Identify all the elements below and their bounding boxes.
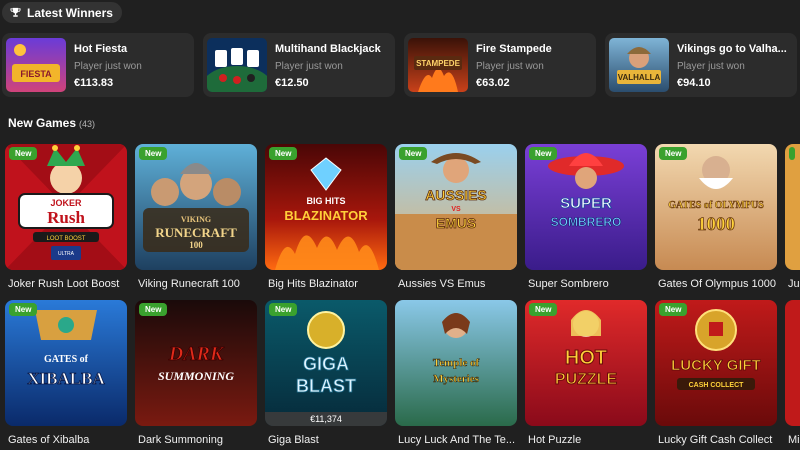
new-badge: New [529, 303, 558, 316]
game-tile-name: Super Sombrero [528, 278, 609, 290]
game-tile-name: Dark Summoning [138, 434, 223, 446]
new-badge: New [659, 147, 688, 160]
trophy-icon [10, 7, 21, 17]
svg-text:EMUS: EMUS [436, 215, 476, 231]
jackpot-amount: €11,374 [265, 412, 387, 426]
latest-winners-strip: FIESTA Hot Fiesta Player just won €113.8… [0, 33, 800, 97]
game-tile-hot-puzzle[interactable]: HOT PUZZLE New [525, 300, 647, 426]
new-badge [789, 147, 795, 160]
winner-amount: €113.83 [74, 77, 114, 89]
new-games-count: (43) [79, 119, 96, 129]
winner-game-name: Fire Stampede [476, 43, 552, 55]
game-tile-name: Giga Blast [268, 434, 319, 446]
game-tile-name: Mi [788, 434, 800, 446]
winner-amount: €94.10 [677, 77, 711, 89]
game-thumbnail: STAMPEDE [408, 38, 468, 92]
svg-text:Rush: Rush [47, 208, 85, 227]
game-tile-lucky-gift[interactable]: LUCKY GIFT CASH COLLECT New [655, 300, 777, 426]
winner-amount: €63.02 [476, 77, 510, 89]
svg-text:RUNECRAFT: RUNECRAFT [155, 225, 237, 240]
game-tile-gates-of-olympus-1000[interactable]: GATES of OLYMPUS 1000 New [655, 144, 777, 270]
game-tile-viking-runecraft[interactable]: VIKING RUNECRAFT 100 New [135, 144, 257, 270]
new-badge: New [529, 147, 558, 160]
game-tile-big-hits-blazinator[interactable]: BIG HITS BLAZINATOR New [265, 144, 387, 270]
svg-text:BLAST: BLAST [296, 376, 356, 396]
new-badge: New [269, 303, 298, 316]
latest-winners-pill[interactable]: Latest Winners [2, 2, 122, 23]
svg-text:LOOT BOOST: LOOT BOOST [47, 236, 86, 242]
new-badge: New [9, 147, 38, 160]
winner-game-name: Vikings go to Valha... [677, 43, 787, 55]
game-tile-super-sombrero[interactable]: SUPER SOMBRERO New [525, 144, 647, 270]
new-badge: New [139, 303, 168, 316]
winner-game-name: Multihand Blackjack [275, 43, 381, 55]
game-tile-joker-rush[interactable]: JOKER Rush LOOT BOOST ULTRA New [5, 144, 127, 270]
latest-winners-label: Latest Winners [27, 5, 113, 20]
svg-text:HOT: HOT [565, 347, 607, 369]
new-games-title: New Games [8, 116, 77, 130]
game-tile-dark-summoning[interactable]: DARK SUMMONING New [135, 300, 257, 426]
game-tile-name: Hot Puzzle [528, 434, 582, 446]
new-badge: New [269, 147, 298, 160]
game-tile-name: Ju [788, 278, 800, 290]
svg-text:AUSSIES: AUSSIES [425, 187, 486, 203]
game-tile-partial[interactable] [785, 144, 800, 270]
game-tile-name: Aussies VS Emus [398, 278, 486, 290]
game-tile-partial[interactable] [785, 300, 800, 426]
svg-text:VIKING: VIKING [181, 215, 211, 224]
svg-text:FIESTA: FIESTA [20, 69, 52, 79]
svg-text:GATES of OLYMPUS: GATES of OLYMPUS [668, 200, 764, 211]
svg-text:SOMBRERO: SOMBRERO [551, 215, 622, 229]
game-tile-name: Joker Rush Loot Boost [8, 278, 120, 290]
new-badge: New [399, 147, 428, 160]
new-badge: New [139, 147, 168, 160]
game-tile-name: Lucky Gift Cash Collect [658, 434, 773, 446]
winner-status: Player just won [476, 61, 544, 72]
game-tile-lucy-luck[interactable]: Temple of Mysteries [395, 300, 517, 426]
winner-status: Player just won [275, 61, 343, 72]
game-tile-name: Lucy Luck And The Te... [398, 434, 516, 446]
svg-text:CASH COLLECT: CASH COLLECT [689, 382, 745, 389]
svg-text:Mysteries: Mysteries [433, 373, 480, 385]
game-thumbnail: VALHALLA [609, 38, 669, 92]
game-tile-giga-blast[interactable]: GIGA BLAST New €11,374 [265, 300, 387, 426]
winner-status: Player just won [677, 61, 745, 72]
winner-card[interactable]: Multihand Blackjack Player just won €12.… [203, 33, 395, 97]
new-badge: New [9, 303, 38, 316]
game-tile-name: Gates Of Olympus 1000 [658, 278, 776, 290]
svg-text:PUZZLE: PUZZLE [555, 371, 618, 388]
winner-status: Player just won [74, 61, 142, 72]
svg-text:VS: VS [451, 206, 461, 213]
winner-game-name: Hot Fiesta [74, 43, 128, 55]
game-thumbnail [207, 38, 267, 92]
winner-card[interactable]: STAMPEDE Fire Stampede Player just won €… [404, 33, 596, 97]
game-tile-aussies-vs-emus[interactable]: AUSSIES VS EMUS New [395, 144, 517, 270]
svg-text:100: 100 [189, 240, 203, 250]
svg-text:Temple of: Temple of [433, 357, 480, 369]
svg-text:SUPER: SUPER [560, 195, 612, 212]
svg-text:ULTRA: ULTRA [58, 251, 75, 257]
svg-text:DARK: DARK [168, 343, 225, 365]
svg-text:GATES of: GATES of [44, 354, 89, 365]
svg-text:BIG HITS: BIG HITS [306, 196, 345, 206]
game-tile-name: Gates of Xibalba [8, 434, 90, 446]
svg-text:JOKER: JOKER [50, 198, 82, 208]
new-badge: New [659, 303, 688, 316]
svg-text:BLAZINATOR: BLAZINATOR [284, 208, 368, 223]
winner-card[interactable]: FIESTA Hot Fiesta Player just won €113.8… [2, 33, 194, 97]
game-tile-name: Viking Runecraft 100 [138, 278, 240, 290]
svg-text:XIBALBA: XIBALBA [27, 369, 105, 388]
game-tile-gates-of-xibalba[interactable]: GATES of XIBALBA New [5, 300, 127, 426]
svg-text:STAMPEDE: STAMPEDE [416, 59, 461, 68]
svg-text:SUMMONING: SUMMONING [158, 369, 234, 383]
game-tile-name: Big Hits Blazinator [268, 278, 358, 290]
game-thumbnail: FIESTA [6, 38, 66, 92]
svg-text:LUCKY GIFT: LUCKY GIFT [671, 357, 761, 374]
svg-text:VALHALLA: VALHALLA [618, 73, 661, 82]
winner-card[interactable]: VALHALLA Vikings go to Valha... Player j… [605, 33, 797, 97]
winner-amount: €12.50 [275, 77, 309, 89]
new-games-heading[interactable]: New Games (43) [8, 116, 95, 130]
svg-text:1000: 1000 [697, 214, 735, 235]
svg-text:GIGA: GIGA [303, 354, 349, 374]
